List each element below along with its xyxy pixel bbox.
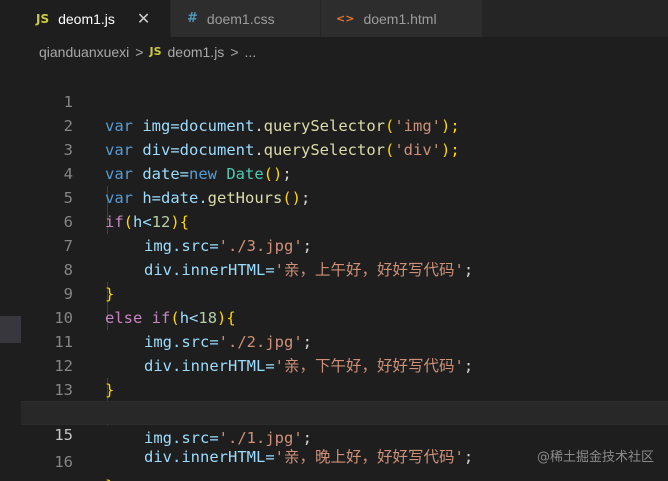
code-line: 6 img.src='./3.jpg';: [21, 186, 668, 255]
code-line: 14 img.src='./1.jpg';: [21, 378, 668, 447]
code-line: 1 var img=document.querySelector('img');: [21, 66, 668, 135]
code-line: 2 var div=document.querySelector('div');: [21, 90, 668, 159]
activity-strip: [0, 0, 21, 481]
tab-label: doem1.css: [206, 10, 275, 27]
code-line: 5 if(h<12){: [21, 162, 668, 231]
watermark: @稀土掘金技术社区: [536, 450, 654, 465]
editor-tab-bar: JS deom1.js ✕ # doem1.css <> doem1.html: [21, 0, 668, 37]
line-number: 16: [54, 453, 73, 471]
breadcrumb-symbol[interactable]: ...: [245, 44, 257, 60]
css-file-icon: #: [187, 11, 198, 26]
js-file-icon: JS: [149, 45, 162, 58]
breadcrumb-folder[interactable]: qianduanxuexi: [39, 44, 129, 60]
tab-doem1-html[interactable]: <> doem1.html: [321, 0, 483, 37]
tab-deom1-js[interactable]: JS deom1.js ✕: [21, 0, 171, 37]
activity-strip-marker: [0, 316, 21, 343]
js-file-icon: JS: [36, 11, 50, 26]
breadcrumb-file[interactable]: deom1.js: [168, 44, 225, 60]
html-file-icon: <>: [336, 12, 355, 25]
code-line: 10 img.src='./2.jpg';: [21, 282, 668, 351]
chevron-right-icon: >: [135, 43, 144, 60]
code-line-current: 15 div.innerHTML='亲，晚上好，好好写代码';: [21, 401, 668, 466]
code-line: 13 else{: [21, 354, 668, 423]
code-line: 4 var h=date.getHours();: [21, 138, 668, 207]
code-line: 3 var date=new Date();: [21, 114, 668, 183]
code-line: 11 div.innerHTML='亲，下午好，好好写代码';: [21, 306, 668, 375]
breadcrumb: qianduanxuexi > JS deom1.js > ...: [21, 37, 668, 66]
code-text: }: [105, 474, 114, 481]
code-line: 8 }: [21, 234, 668, 303]
tab-doem1-css[interactable]: # doem1.css: [171, 0, 321, 37]
tab-label: deom1.js: [58, 10, 115, 27]
code-line: 9 else if(h<18){: [21, 258, 668, 327]
tab-label: doem1.html: [363, 10, 437, 27]
code-editor[interactable]: 1 var img=document.querySelector('img');…: [21, 66, 668, 481]
code-line: 7 div.innerHTML='亲，上午好，好好写代码';: [21, 210, 668, 279]
code-line: 12 }: [21, 330, 668, 399]
close-icon[interactable]: ✕: [137, 9, 150, 28]
chevron-right-icon: >: [230, 43, 239, 60]
